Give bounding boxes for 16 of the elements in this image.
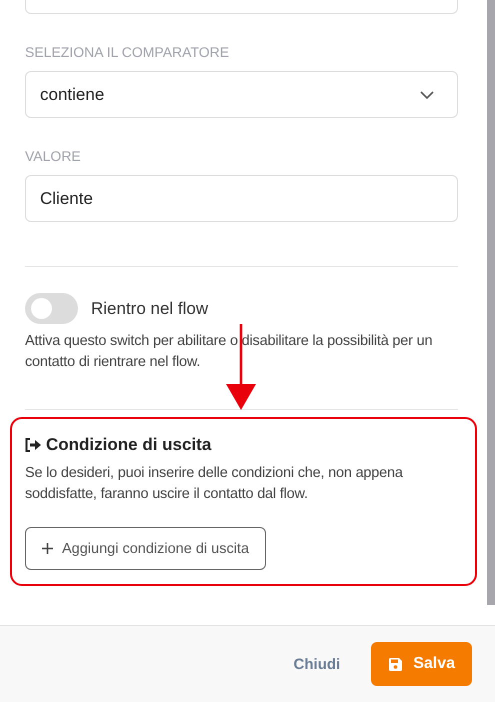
comparator-select[interactable]: contiene [25,71,458,118]
field-label: SELEZIONA IL COMPARATORE [25,44,230,60]
section-description: Se lo desideri, puoi inserire delle condizioni che, non appena soddisfatte, faranno uscire il contatto dal flow. [25,464,404,504]
value-input[interactable]: Cliente [25,175,458,222]
save-icon [388,656,404,672]
toggle-switch[interactable] [25,293,78,324]
section-title: Condizione di uscita [46,435,212,455]
input-field[interactable] [25,0,458,14]
close-button[interactable]: Chiudi [288,654,346,674]
scrollbar[interactable] [487,0,495,605]
chevron-down-icon [419,90,435,100]
toggle-label: Rientro nel flow [91,298,208,318]
field-label: VALORE [25,148,81,164]
plus-icon [42,543,53,554]
exit-icon [25,438,42,452]
add-condition-button[interactable]: Aggiungi condizione di uscita [25,527,266,570]
